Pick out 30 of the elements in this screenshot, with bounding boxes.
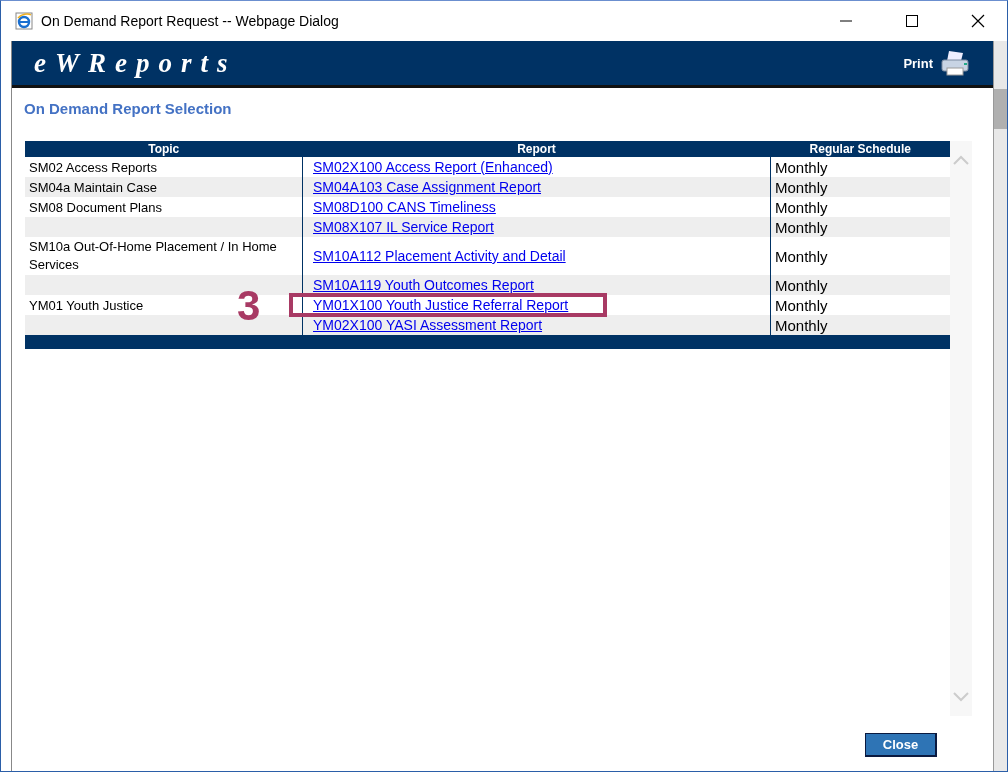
step-number: 3 xyxy=(237,285,261,327)
close-icon[interactable] xyxy=(971,14,985,28)
schedule-cell: Monthly xyxy=(775,178,828,196)
report-link[interactable]: SM10A112 Placement Activity and Detail xyxy=(313,248,566,264)
column-header: Report xyxy=(302,141,771,157)
scrollbar[interactable] xyxy=(993,41,1007,771)
schedule-cell: Monthly xyxy=(775,218,828,236)
close-button[interactable]: Close xyxy=(865,733,937,757)
report-link[interactable]: SM08D100 CANS Timeliness xyxy=(313,199,496,215)
topic-cell: SM02 Access Reports xyxy=(29,159,157,175)
schedule-cell: Monthly xyxy=(775,316,828,334)
browser-icon xyxy=(15,12,33,30)
topic-cell: YM01 Youth Justice xyxy=(29,297,144,313)
print-link[interactable]: Print xyxy=(903,55,933,71)
schedule-cell: Monthly xyxy=(775,247,828,265)
topic-cell: SM08 Document Plans xyxy=(29,199,162,215)
logo: eWReports xyxy=(33,47,237,79)
topic-cell: SM04a Maintain Case xyxy=(29,179,157,195)
page-heading: On Demand Report Selection xyxy=(24,100,233,117)
maximize-icon[interactable] xyxy=(905,14,919,28)
column-header: Regular Schedule xyxy=(770,141,950,157)
report-link[interactable]: SM02X100 Access Report (Enhanced) xyxy=(313,159,553,175)
schedule-cell: Monthly xyxy=(775,158,828,176)
report-link[interactable]: YM01X100 Youth Justice Referral Report xyxy=(313,297,569,313)
schedule-cell: Monthly xyxy=(775,198,828,216)
schedule-cell: Monthly xyxy=(775,276,828,294)
window-title: On Demand Report Request -- Webpage Dialog xyxy=(41,13,340,29)
topic-cell: SM10a Out-Of-Home Placement / In Home Services xyxy=(29,239,277,272)
column-header: Topic xyxy=(25,141,303,157)
schedule-cell: Monthly xyxy=(775,296,828,314)
